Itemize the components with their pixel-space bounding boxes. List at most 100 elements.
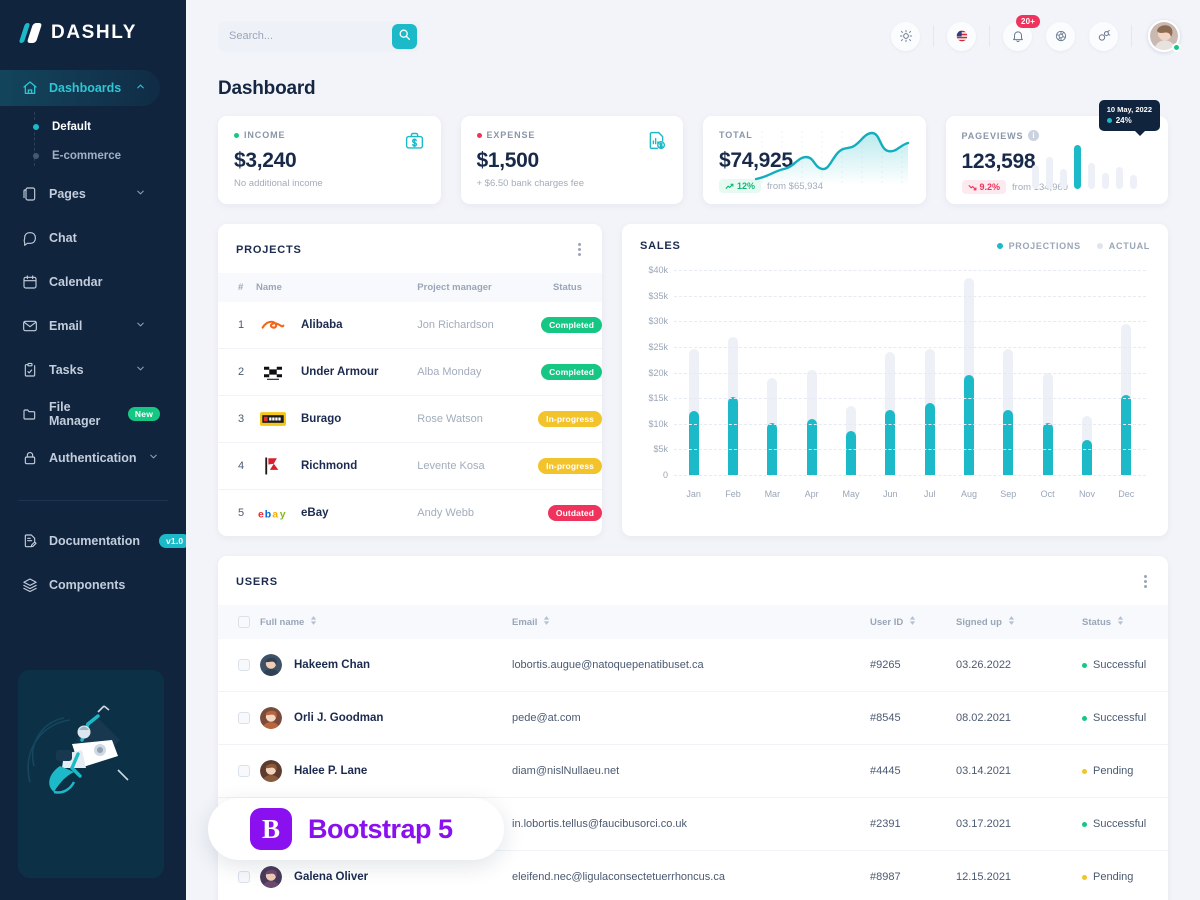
tooltip-value-row: 24% <box>1106 116 1152 125</box>
stat-card-expense[interactable]: EXPENSE $1,500 + $6.50 bank charges fee <box>460 116 683 204</box>
projects-table-header: # Name Project manager Status <box>218 273 602 302</box>
bullet-dot-icon <box>33 152 39 159</box>
table-row[interactable]: Halee P. Lane diam@nislNullaeu.net #4445 03… <box>218 744 1168 798</box>
sidebar-item-label: Documentation <box>49 534 140 548</box>
sidebar-item-label: Components <box>49 578 126 592</box>
sidebar-item-authentication[interactable]: Authentication <box>0 440 160 476</box>
sidebar-subitem-ecommerce[interactable]: E-commerce <box>33 145 186 166</box>
chat-icon <box>22 230 38 246</box>
status-dot-icon <box>1082 874 1087 880</box>
chart-gridline <box>674 346 1146 348</box>
table-row[interactable]: 2 Under Armour Alba Monday Completed <box>218 348 602 396</box>
stat-subtext: No additional income <box>234 178 323 189</box>
table-row[interactable]: Hakeem Chan lobortis.augue@natoquepenatib… <box>218 639 1168 692</box>
chart-gridline <box>674 295 1146 297</box>
sidebar-item-chat[interactable]: Chat <box>0 220 160 256</box>
sales-panel: SALES PROJECTIONS ACTUAL 0 $5k $10k $15k $20… <box>622 224 1168 536</box>
bar-projection <box>963 375 974 475</box>
sidebar-item-pages[interactable]: Pages <box>0 176 160 212</box>
calendar-icon <box>22 274 38 290</box>
col-status[interactable]: Status <box>1082 605 1168 639</box>
sidebar-item-dashboards[interactable]: Dashboards <box>0 70 160 106</box>
bar-projection <box>924 403 935 475</box>
kebab-menu-icon[interactable] <box>575 240 584 259</box>
link-icon[interactable] <box>1089 21 1118 51</box>
sidebar-badge-version: v1.0 <box>158 534 186 548</box>
stat-card-pageviews[interactable]: PAGEVIEWS i 123,598 9.2% from 134,969 10… <box>945 100 1168 204</box>
chart-x-tick-label: Feb <box>725 489 741 499</box>
chart-gridline <box>674 270 1146 271</box>
chart-x-axis-labels: Jan Feb Mar Apr May Jun Jul Aug Sep Oct Nov Dec <box>674 489 1146 499</box>
chart-plot-area <box>674 270 1146 476</box>
user-id: #4445 <box>870 744 956 798</box>
col-signed-up[interactable]: Signed up <box>956 605 1082 639</box>
page-title: Dashboard <box>218 78 316 99</box>
stat-card-income[interactable]: INCOME $3,240 No additional income <box>218 116 441 204</box>
row-checkbox[interactable] <box>238 871 250 883</box>
col-status: Status <box>517 273 602 302</box>
brand-logo[interactable]: DASHLY <box>0 0 186 70</box>
info-icon[interactable]: i <box>1028 130 1040 141</box>
search-input[interactable] <box>229 30 392 42</box>
col-full-name[interactable]: Full name <box>260 605 512 639</box>
col-email[interactable]: Email <box>512 605 870 639</box>
trend-value: 9.2% <box>979 182 1001 192</box>
kebab-menu-icon[interactable] <box>1141 572 1150 591</box>
avatar[interactable] <box>1148 20 1181 52</box>
user-signed-up: 08.02.2021 <box>956 691 1082 745</box>
chevron-down-icon <box>135 319 146 333</box>
project-number: 1 <box>218 302 256 349</box>
select-all-checkbox[interactable] <box>238 616 250 628</box>
sidebar-item-components[interactable]: Components <box>0 567 160 603</box>
bar-projection <box>885 410 896 475</box>
col-user-id[interactable]: User ID <box>870 605 956 639</box>
home-icon <box>22 80 38 96</box>
row-checkbox[interactable] <box>238 712 250 724</box>
user-id: #9265 <box>870 639 956 692</box>
table-row[interactable]: 3 Burago Rose Watson In-progress <box>218 395 602 443</box>
row-checkbox[interactable] <box>238 765 250 777</box>
users-title: USERS <box>236 575 278 588</box>
sidebar-item-label: File Manager <box>49 400 101 428</box>
sidebar-subitem-label: Default <box>52 120 91 133</box>
search-icon <box>398 28 411 44</box>
table-row[interactable]: Orli J. Goodman pede@at.com #8545 08.02.202… <box>218 691 1168 745</box>
chevron-down-icon <box>148 451 159 465</box>
table-row[interactable]: 5 ebay eBay Andy Webb Outdated <box>218 490 602 537</box>
users-header: USERS <box>218 556 1168 605</box>
sidebar-item-tasks[interactable]: Tasks <box>0 352 160 388</box>
sidebar-subnav-dashboards: Default E-commerce <box>0 106 186 176</box>
burago-logo <box>256 409 290 429</box>
sidebar-subitem-default[interactable]: Default <box>33 116 186 137</box>
chart-tooltip: 10 May, 2022 24% <box>1098 100 1160 136</box>
status-dot-icon <box>1082 768 1087 774</box>
avatar-image <box>260 760 282 782</box>
svg-text:e: e <box>258 508 264 520</box>
bar-projection <box>1121 395 1132 475</box>
search-box[interactable] <box>218 20 420 52</box>
bell-icon[interactable]: 20+ <box>1003 14 1041 51</box>
user-email: eleifend.nec@ligulaconsectetuerrhoncus.c… <box>512 850 870 900</box>
stat-label: INCOME <box>234 130 425 140</box>
grid-icon[interactable] <box>1046 21 1075 51</box>
legend-actual[interactable]: ACTUAL <box>1096 241 1150 251</box>
chevron-down-icon <box>135 187 146 201</box>
sidebar-item-file-manager[interactable]: File Manager New <box>0 396 160 432</box>
chart-x-tick-label: Dec <box>1118 489 1135 499</box>
chart-x-tick-label: Jul <box>923 489 936 499</box>
chart-x-tick-label: Oct <box>1040 489 1055 499</box>
project-name: Burago <box>301 413 342 425</box>
sidebar-item-documentation[interactable]: Documentation v1.0 <box>0 523 186 559</box>
table-row[interactable]: 4 Richmond Levente Kosa In-progress <box>218 442 602 490</box>
stat-card-total[interactable]: TOTAL $74,925 12% from $65,934 <box>703 116 926 204</box>
search-button[interactable] <box>392 23 417 49</box>
legend-projections[interactable]: PROJECTIONS <box>996 241 1081 251</box>
user-name-cell: Halee P. Lane <box>260 760 512 782</box>
flag-us-icon[interactable] <box>947 21 976 51</box>
sidebar-item-email[interactable]: Email <box>0 308 160 344</box>
table-row[interactable]: 1 Alibaba Jon Richardson Completed <box>218 302 602 349</box>
bar-projection <box>727 397 738 475</box>
sidebar-item-calendar[interactable]: Calendar <box>0 264 160 300</box>
row-checkbox[interactable] <box>238 659 250 671</box>
brightness-icon[interactable] <box>891 21 920 51</box>
